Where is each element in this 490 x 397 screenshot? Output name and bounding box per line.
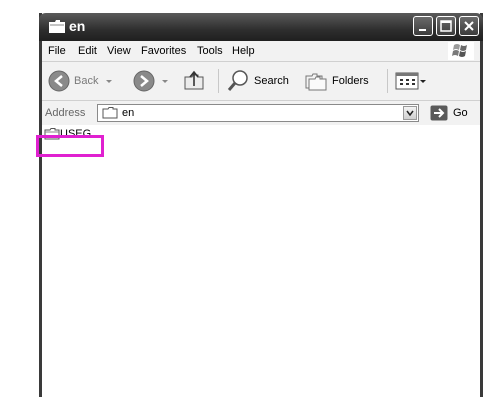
close-button[interactable]: [459, 16, 479, 36]
folder-icon: [102, 107, 118, 119]
explorer-window: en File Edit View Favorites Tools Help B…: [39, 13, 483, 397]
back-dropdown-icon[interactable]: [104, 76, 114, 86]
folder-icon: [49, 20, 65, 33]
forward-dropdown-icon[interactable]: [160, 76, 170, 86]
views-button[interactable]: [395, 68, 427, 94]
address-input[interactable]: en: [97, 104, 419, 122]
up-folder-icon: [184, 70, 204, 90]
minimize-icon: [419, 29, 426, 31]
minimize-button[interactable]: [413, 16, 433, 36]
back-button[interactable]: Back: [48, 68, 114, 94]
menu-help[interactable]: Help: [232, 45, 255, 57]
menu-edit[interactable]: Edit: [78, 45, 97, 57]
back-label: Back: [74, 75, 99, 87]
highlight-box: [36, 135, 104, 157]
back-arrow-icon: [48, 70, 70, 92]
go-label: Go: [453, 107, 468, 119]
forward-button[interactable]: [133, 68, 170, 94]
search-icon: [227, 70, 248, 91]
address-dropdown-button[interactable]: [403, 106, 417, 120]
menu-view[interactable]: View: [107, 45, 131, 57]
menu-favorites[interactable]: Favorites: [141, 45, 186, 57]
search-label: Search: [254, 75, 289, 87]
maximize-icon: [440, 20, 452, 32]
folders-label: Folders: [332, 75, 369, 87]
title-bar[interactable]: en: [39, 13, 483, 41]
address-label: Address: [45, 107, 86, 119]
file-list[interactable]: USEG: [42, 125, 480, 397]
address-bar: Address en Go: [42, 101, 480, 126]
folders-icon: [305, 73, 327, 91]
search-button[interactable]: Search: [226, 68, 289, 94]
toolbar: Back Search Folders: [42, 62, 480, 101]
window-title: en: [69, 18, 86, 34]
close-icon: [464, 21, 474, 31]
views-dropdown-icon[interactable]: [419, 76, 427, 86]
address-value: en: [122, 107, 135, 119]
folders-button[interactable]: Folders: [304, 68, 369, 94]
toolbar-separator: [387, 69, 388, 93]
forward-arrow-icon: [133, 70, 155, 92]
go-button[interactable]: Go: [430, 105, 468, 121]
menu-file[interactable]: File: [48, 45, 66, 57]
go-arrow-icon: [430, 105, 448, 121]
menu-tools[interactable]: Tools: [197, 45, 223, 57]
maximize-button[interactable]: [436, 16, 456, 36]
views-icon: [395, 72, 419, 90]
up-button[interactable]: [183, 68, 207, 94]
toolbar-separator: [218, 69, 219, 93]
windows-logo-icon: [448, 42, 474, 60]
menu-bar: File Edit View Favorites Tools Help: [42, 41, 480, 62]
chevron-down-icon: [406, 110, 414, 117]
